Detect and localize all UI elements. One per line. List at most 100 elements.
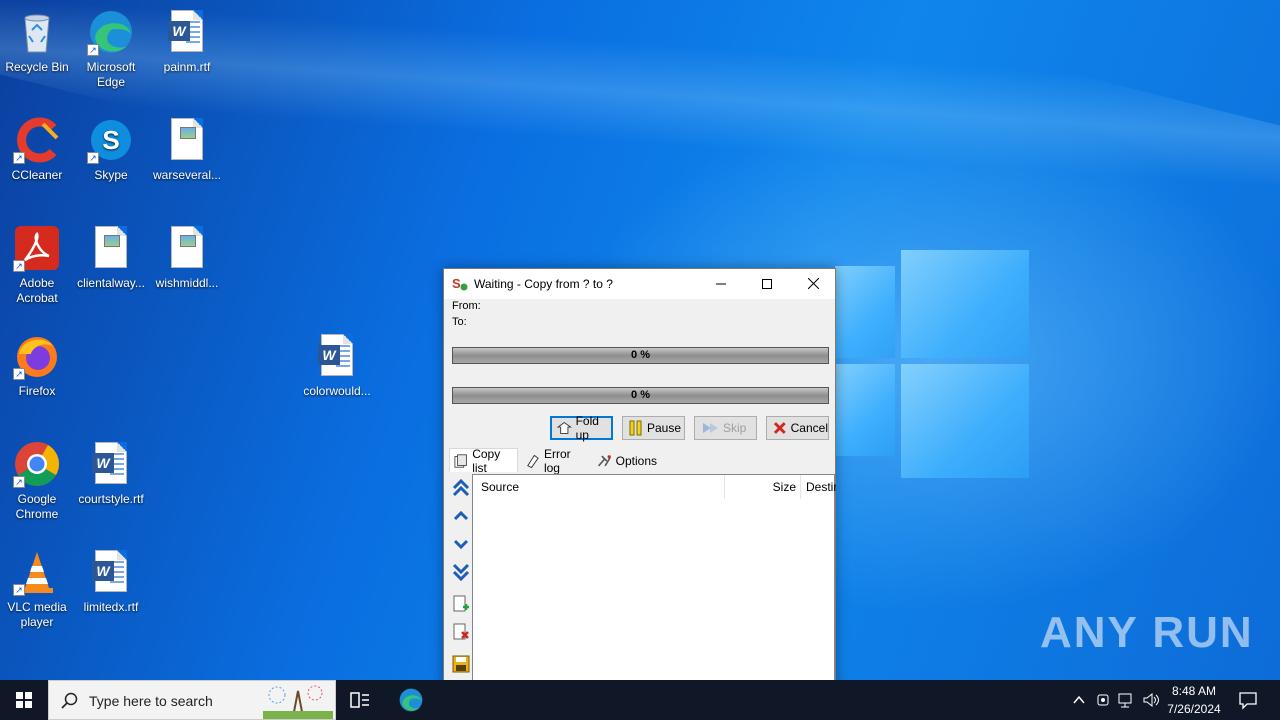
network-icon[interactable] — [1118, 691, 1136, 709]
shortcut-arrow-icon: ↗ — [87, 44, 99, 56]
desktop-icon-label: wishmiddl... — [155, 276, 219, 290]
options-tools-icon — [598, 455, 611, 467]
vlc-cone-icon: ↗ — [13, 548, 61, 596]
image-file-icon — [87, 224, 135, 272]
search-placeholder: Type here to search — [89, 693, 213, 709]
edge-taskbar-icon[interactable] — [398, 687, 424, 713]
error-log-icon — [527, 454, 539, 469]
shortcut-arrow-icon: ↗ — [13, 152, 25, 164]
desktop-icon-label: limitedx.rtf — [83, 600, 139, 614]
move-down-icon[interactable] — [452, 535, 470, 553]
desktop-icon-ccleaner[interactable]: ↗ CCleaner — [0, 116, 74, 183]
desktop-icon-wishmiddl[interactable]: wishmiddl... — [150, 224, 224, 291]
skip-label: Skip — [723, 421, 747, 435]
skip-button[interactable]: Skip — [694, 416, 757, 440]
desktop-icon-warseveral[interactable]: warseveral... — [150, 116, 224, 183]
desktop-icon-label: Microsoft Edge — [86, 60, 136, 89]
desktop-icon-courtstyle-rtf[interactable]: W courtstyle.rtf — [74, 440, 148, 507]
move-up-icon[interactable] — [452, 507, 470, 525]
save-list-icon[interactable] — [452, 655, 470, 673]
image-file-icon — [163, 224, 211, 272]
cancel-x-icon — [773, 422, 786, 434]
acrobat-icon: ↗ — [13, 224, 61, 272]
desktop-icon-vlc[interactable]: ↗ VLC media player — [0, 548, 74, 630]
cancel-button[interactable]: Cancel — [766, 416, 829, 440]
file-progress-text: 0 % — [631, 389, 650, 401]
tray-device-icon[interactable] — [1095, 691, 1111, 709]
clock-date[interactable]: 7/26/2024 — [1160, 702, 1228, 716]
tab-copy-list-label: Copy list — [472, 446, 501, 475]
desktop-icon-painm-rtf[interactable]: W painm.rtf — [150, 8, 224, 75]
from-label: From: — [452, 300, 481, 312]
notifications-icon[interactable] — [1238, 690, 1258, 710]
word-document-icon: W — [87, 440, 135, 488]
add-file-icon[interactable] — [452, 595, 470, 613]
tab-error-log[interactable]: Error log — [521, 447, 591, 475]
window-title: Waiting - Copy from ? to ? — [474, 277, 613, 291]
desktop-icon-recycle-bin[interactable]: Recycle Bin — [0, 8, 74, 75]
desktop-icon-clientalway[interactable]: clientalway... — [74, 224, 148, 291]
pause-button[interactable]: Pause — [622, 416, 685, 440]
windows-start-icon — [16, 692, 32, 708]
remove-file-icon[interactable] — [452, 623, 470, 641]
shortcut-arrow-icon: ↗ — [13, 260, 25, 272]
svg-text:S: S — [452, 276, 461, 291]
desktop-icon-edge[interactable]: ↗ Microsoft Edge — [74, 8, 148, 90]
firefox-icon: ↗ — [13, 332, 61, 380]
taskbar: Type here to search 8:48 AM 7/26/2024 — [0, 680, 1280, 720]
column-header-destination[interactable]: Destir — [801, 475, 836, 499]
fold-up-button[interactable]: Fold up — [550, 414, 613, 442]
word-document-icon: W — [87, 548, 135, 596]
image-file-icon — [163, 116, 211, 164]
desktop-icon-label: colorwould... — [303, 384, 371, 398]
move-to-top-icon[interactable] — [452, 479, 470, 497]
desktop-icon-label: warseveral... — [152, 168, 222, 182]
desktop-icon-label: VLC media player — [7, 600, 67, 629]
desktop-icon-google-chrome[interactable]: ↗ Google Chrome — [0, 440, 74, 522]
chrome-icon: ↗ — [13, 440, 61, 488]
desktop-icon-label: Adobe Acrobat — [16, 276, 58, 305]
start-button[interactable] — [0, 680, 48, 720]
word-document-icon: W — [163, 8, 211, 56]
taskbar-search-box[interactable]: Type here to search — [48, 680, 336, 720]
shortcut-arrow-icon: ↗ — [13, 584, 25, 596]
edge-icon: ↗ — [87, 8, 135, 56]
desktop-icon-skype[interactable]: S ↗ Skype — [74, 116, 148, 183]
move-to-bottom-icon[interactable] — [452, 563, 470, 581]
desktop-icon-colorwould[interactable]: W colorwould... — [300, 332, 374, 399]
show-hidden-icons-chevron-icon[interactable] — [1072, 693, 1086, 707]
close-button[interactable] — [790, 269, 836, 299]
close-icon — [807, 277, 819, 290]
word-document-icon: W — [313, 332, 361, 380]
skype-icon: S ↗ — [87, 116, 135, 164]
minimize-button[interactable] — [698, 269, 744, 299]
maximize-icon — [762, 279, 772, 289]
title-bar[interactable]: S Waiting - Copy from ? to ? — [444, 269, 835, 299]
tab-error-log-label: Error log — [543, 447, 571, 475]
desktop-icon-firefox[interactable]: ↗ Firefox — [0, 332, 74, 399]
app-icon: S — [452, 276, 468, 291]
task-view-icon[interactable] — [350, 691, 370, 709]
tab-copy-list[interactable]: Copy list — [449, 446, 518, 475]
desktop-icon-label: Skype — [94, 168, 128, 182]
svg-text:S: S — [102, 125, 119, 155]
fold-up-label: Fold up — [575, 414, 599, 442]
desktop-icon-label: courtstyle.rtf — [78, 492, 144, 506]
clock-time[interactable]: 8:48 AM — [1164, 684, 1224, 698]
copy-dialog-window[interactable]: S Waiting - Copy from ? to ? From: To: 0… — [443, 268, 836, 708]
desktop-icon-label: Google Chrome — [15, 492, 59, 521]
search-highlight-fireworks-icon — [263, 685, 333, 719]
file-progress-bar: 0 % — [452, 387, 829, 404]
copy-list-panel[interactable]: Source Size Destir ◀ ▶ — [472, 474, 836, 706]
tab-options[interactable]: Options — [593, 450, 661, 472]
copy-list-icon — [454, 453, 467, 468]
maximize-button[interactable] — [744, 269, 790, 299]
column-header-size[interactable]: Size — [725, 475, 801, 499]
column-header-source[interactable]: Source — [473, 475, 725, 499]
desktop-icon-adobe-acrobat[interactable]: ↗ Adobe Acrobat — [0, 224, 74, 306]
recycle-bin-icon — [13, 8, 61, 56]
fold-up-icon — [557, 421, 572, 434]
desktop-icon-limitedx-rtf[interactable]: W limitedx.rtf — [74, 548, 148, 615]
volume-icon[interactable] — [1142, 691, 1160, 709]
ccleaner-icon: ↗ — [13, 116, 61, 164]
